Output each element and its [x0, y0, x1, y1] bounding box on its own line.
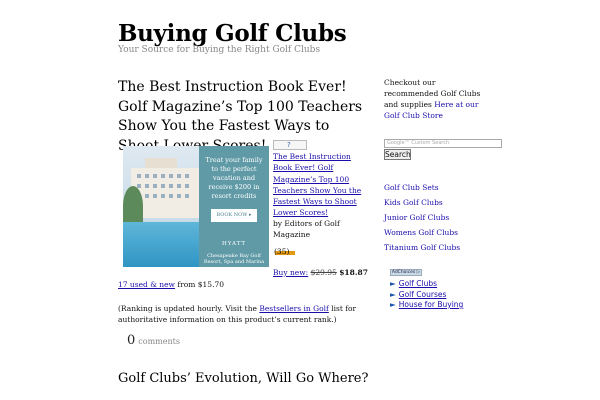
site-description: Your Source for Buying the Right Golf Cl…: [118, 45, 321, 55]
sidebar-link-titanium-golf-clubs[interactable]: Titanium Golf Clubs: [384, 240, 484, 255]
review-count[interactable]: (35): [274, 247, 289, 256]
next-post-title[interactable]: Golf Clubs’ Evolution, Will Go Where?: [118, 371, 368, 386]
arrow-right-icon: ►: [390, 289, 396, 299]
bestsellers-link[interactable]: Bestsellers in Golf: [259, 304, 328, 313]
sidebar-link-golf-club-sets[interactable]: Golf Club Sets: [384, 180, 484, 195]
sidebar-link-junior-golf-clubs[interactable]: Junior Golf Clubs: [384, 210, 484, 225]
comments-link[interactable]: 0 comments: [127, 333, 180, 348]
post-title[interactable]: The Best Instruction Book Ever! Golf Mag…: [118, 78, 368, 156]
ranking-note: (Ranking is updated hourly. Visit the Be…: [118, 303, 370, 325]
hotel-banner-ad[interactable]: Treat your family to the perfect vacatio…: [123, 146, 269, 267]
search-input[interactable]: Google™ Custom Search: [384, 139, 502, 148]
comment-count: 0: [127, 333, 136, 348]
ad-link-golf-clubs[interactable]: ► Golf Clubs: [390, 279, 490, 290]
product-author: by Editors of Golf Magazine: [273, 219, 340, 240]
arrow-right-icon: ►: [390, 300, 396, 309]
sponsored-ad-links: ► Golf Clubs ► Golf Courses ► House for Buy…: [390, 279, 490, 311]
arrow-right-icon: ►: [390, 279, 396, 288]
ad-link-golf-courses[interactable]: ► Golf Courses: [390, 290, 490, 301]
current-price: $18.87: [339, 268, 368, 277]
ad-pool: [123, 222, 199, 267]
product-title-link[interactable]: The Best Instruction Book Ever! Golf Mag…: [273, 151, 365, 219]
used-and-new-link[interactable]: 17 used & new: [118, 280, 175, 289]
ad-location: Chesapeake Bay Golf Resort, Spa and Mari…: [203, 253, 265, 265]
rank-note-before: (Ranking is updated hourly. Visit the: [118, 304, 260, 313]
used-offers-line: 17 used & new from $15.70: [118, 280, 224, 289]
used-from-price: from $15.70: [177, 280, 224, 289]
sidebar-link-womens-golf-clubs[interactable]: Womens Golf Clubs: [384, 225, 484, 240]
ad-text-panel: Treat your family to the perfect vacatio…: [199, 146, 269, 267]
ad-palm-tree: [123, 186, 143, 226]
star-rating-icon: [275, 240, 297, 255]
buy-new-line: Buy new: $29.95 $18.87: [273, 268, 368, 277]
product-image[interactable]: ?: [273, 140, 307, 150]
site-title[interactable]: Buying Golf Clubs: [118, 20, 347, 47]
search-button[interactable]: Search: [384, 149, 411, 160]
ad-link-house-for-buying[interactable]: ► House for Buying: [390, 300, 490, 311]
sidebar-intro: Checkout our recommended Golf Clubs and …: [384, 77, 484, 121]
ad-brand-logo: HYATT: [221, 241, 247, 247]
adchoices-badge[interactable]: AdChoices ▷: [390, 269, 422, 276]
old-price: $29.95: [310, 268, 337, 277]
ad-text: Treat your family to the perfect vacatio…: [205, 156, 263, 200]
sidebar-link-kids-golf-clubs[interactable]: Kids Golf Clubs: [384, 195, 484, 210]
sidebar-links: Golf Club Sets Kids Golf Clubs Junior Go…: [384, 180, 484, 255]
buy-new-link[interactable]: Buy new:: [273, 268, 308, 277]
ad-book-now-button[interactable]: BOOK NOW ▸: [211, 209, 257, 222]
question-icon: ?: [287, 141, 291, 149]
comments-label: comments: [138, 337, 180, 346]
